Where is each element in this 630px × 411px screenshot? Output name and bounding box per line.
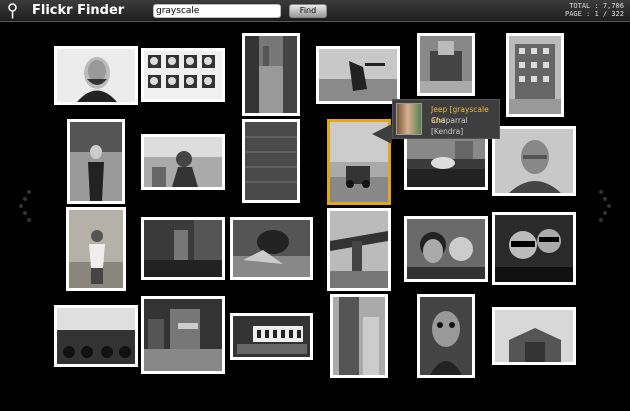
results-stats: TOTAL : 7,706 PAGE : 1 / 322: [565, 2, 624, 18]
tooltip-owner-name: [Kendra]: [431, 127, 464, 136]
keyhole-icon: [7, 3, 18, 19]
photo-thumbnail[interactable]: [327, 208, 391, 291]
photo-thumbnail[interactable]: [66, 207, 126, 291]
app-header: Flickr Finder Find TOTAL : 7,706 PAGE : …: [0, 0, 630, 22]
photo-thumbnail[interactable]: [404, 134, 488, 190]
photo-thumbnail[interactable]: [141, 48, 225, 102]
photo-thumbnail[interactable]: [230, 217, 313, 280]
search-input[interactable]: [153, 4, 281, 18]
photo-thumbnail[interactable]: [54, 305, 138, 367]
photo-thumbnail[interactable]: [67, 119, 125, 204]
photo-thumbnail[interactable]: [242, 119, 300, 203]
page-indicator: PAGE : 1 / 322: [564, 10, 624, 18]
photo-thumbnail[interactable]: [404, 216, 488, 282]
tooltip-thumbnail: [396, 103, 422, 135]
photo-thumbnail[interactable]: [230, 313, 313, 360]
tooltip-pointer: [372, 124, 392, 144]
photo-thumbnail[interactable]: [330, 294, 388, 378]
total-count: TOTAL : 7,706: [569, 2, 624, 10]
tooltip-owner: Chaparral [Kendra]: [431, 115, 499, 137]
nav-right-icon[interactable]: [598, 188, 612, 224]
app-title: Flickr Finder: [32, 3, 125, 18]
photo-thumbnail[interactable]: [506, 33, 564, 117]
photo-thumbnail[interactable]: [242, 33, 300, 116]
photo-thumbnail[interactable]: [492, 126, 576, 196]
photo-thumbnail[interactable]: [141, 296, 225, 374]
nav-left-icon[interactable]: [18, 188, 32, 224]
photo-thumbnail[interactable]: [316, 46, 400, 104]
tooltip-title-rest: Chaparral: [431, 116, 468, 125]
photo-thumbnail[interactable]: [417, 294, 475, 378]
find-button[interactable]: Find: [289, 4, 327, 18]
photo-thumbnail[interactable]: [492, 307, 576, 365]
photo-thumbnail[interactable]: [417, 33, 475, 96]
photo-thumbnail[interactable]: [141, 217, 225, 280]
photo-tooltip: Jeep [grayscale and Chaparral [Kendra]: [392, 99, 500, 139]
photo-thumbnail[interactable]: [141, 134, 225, 190]
photo-thumbnail[interactable]: [54, 46, 138, 105]
photo-thumbnail[interactable]: [492, 212, 576, 285]
